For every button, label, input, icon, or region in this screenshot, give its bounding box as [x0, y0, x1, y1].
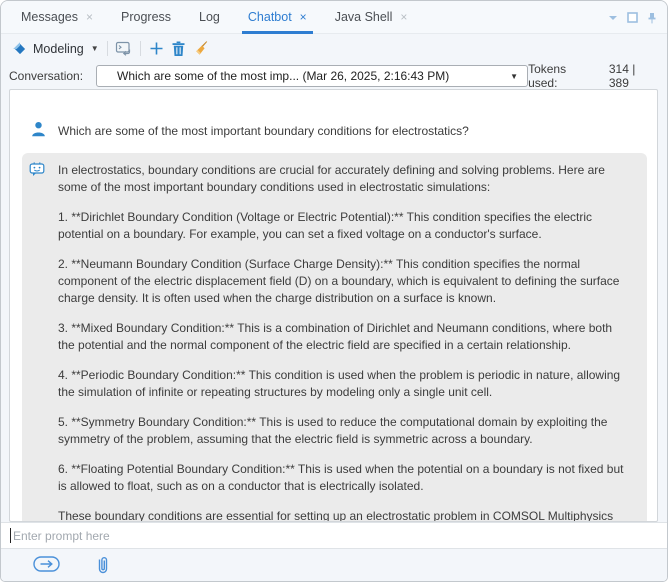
tokens-used: Tokens used: 314 | 389 [528, 62, 658, 90]
conversation-selected-value: Which are some of the most imp... (Mar 2… [117, 69, 449, 83]
conversation-select[interactable]: Which are some of the most imp... (Mar 2… [96, 65, 528, 87]
tab-bar: Messages × Progress Log Chatbot × Java S… [1, 1, 667, 34]
assistant-paragraph: 3. **Mixed Boundary Condition:** This is… [58, 320, 632, 354]
prompt-row [1, 522, 667, 549]
tab-chatbot[interactable]: Chatbot × [248, 1, 307, 34]
toolbar-separator [107, 41, 108, 56]
tokens-value: 314 | 389 [609, 62, 658, 90]
tab-label: Progress [121, 10, 171, 24]
assistant-message: In electrostatics, boundary conditions a… [22, 153, 647, 522]
close-icon[interactable]: × [86, 11, 93, 23]
close-icon[interactable]: × [400, 11, 407, 23]
assistant-paragraph: 4. **Periodic Boundary Condition:** This… [58, 367, 632, 401]
conversation-label: Conversation: [9, 69, 83, 83]
float-window-icon[interactable] [627, 12, 638, 23]
chevron-down-icon[interactable] [608, 15, 618, 21]
attach-file-paperclip-button[interactable] [96, 555, 110, 576]
assistant-paragraph: In electrostatics, boundary conditions a… [58, 162, 632, 196]
tab-java-shell[interactable]: Java Shell × [335, 1, 408, 34]
assistant-paragraph: 2. **Neumann Boundary Condition (Surface… [58, 256, 632, 307]
delete-conversation-button[interactable] [168, 38, 190, 60]
chatbot-avatar-icon [28, 160, 46, 178]
new-conversation-button[interactable] [146, 38, 168, 60]
close-icon[interactable]: × [300, 11, 307, 23]
assistant-paragraph: 6. **Floating Potential Boundary Conditi… [58, 461, 632, 495]
chatbot-toolbar: Modeling ▼ [1, 35, 667, 62]
toolbar-separator [140, 41, 141, 56]
clear-conversation-broom-button[interactable] [190, 38, 212, 60]
modeling-icon [12, 41, 28, 57]
tab-messages[interactable]: Messages × [21, 1, 93, 34]
tab-label: Log [199, 10, 220, 24]
pin-icon[interactable] [647, 12, 657, 24]
prompt-actions [1, 549, 667, 581]
window-controls [608, 1, 657, 34]
modeling-menu-button[interactable]: Modeling ▼ [9, 39, 102, 59]
send-to-java-shell-button[interactable] [113, 38, 135, 60]
chevron-down-icon: ▼ [510, 72, 518, 81]
prompt-input[interactable] [1, 523, 667, 548]
tab-label: Messages [21, 10, 78, 24]
tab-label: Java Shell [335, 10, 393, 24]
tab-progress[interactable]: Progress [121, 1, 171, 34]
modeling-label: Modeling [33, 42, 84, 56]
conversation-bar: Conversation: Which are some of the most… [1, 63, 667, 89]
tab-log[interactable]: Log [199, 1, 220, 34]
chatbot-panel-window: Messages × Progress Log Chatbot × Java S… [0, 0, 668, 582]
user-message-text: Which are some of the most important bou… [58, 124, 469, 138]
chat-transcript[interactable]: Which are some of the most important bou… [9, 89, 658, 522]
tokens-label: Tokens used: [528, 62, 598, 90]
assistant-paragraph: 5. **Symmetry Boundary Condition:** This… [58, 414, 632, 448]
assistant-paragraph: 1. **Dirichlet Boundary Condition (Volta… [58, 209, 632, 243]
assistant-paragraph: These boundary conditions are essential … [58, 508, 632, 522]
user-avatar-icon [31, 121, 46, 137]
send-prompt-button[interactable] [33, 555, 60, 573]
tab-label: Chatbot [248, 10, 292, 24]
chevron-down-icon: ▼ [91, 44, 99, 53]
user-message: Which are some of the most important bou… [10, 123, 657, 139]
